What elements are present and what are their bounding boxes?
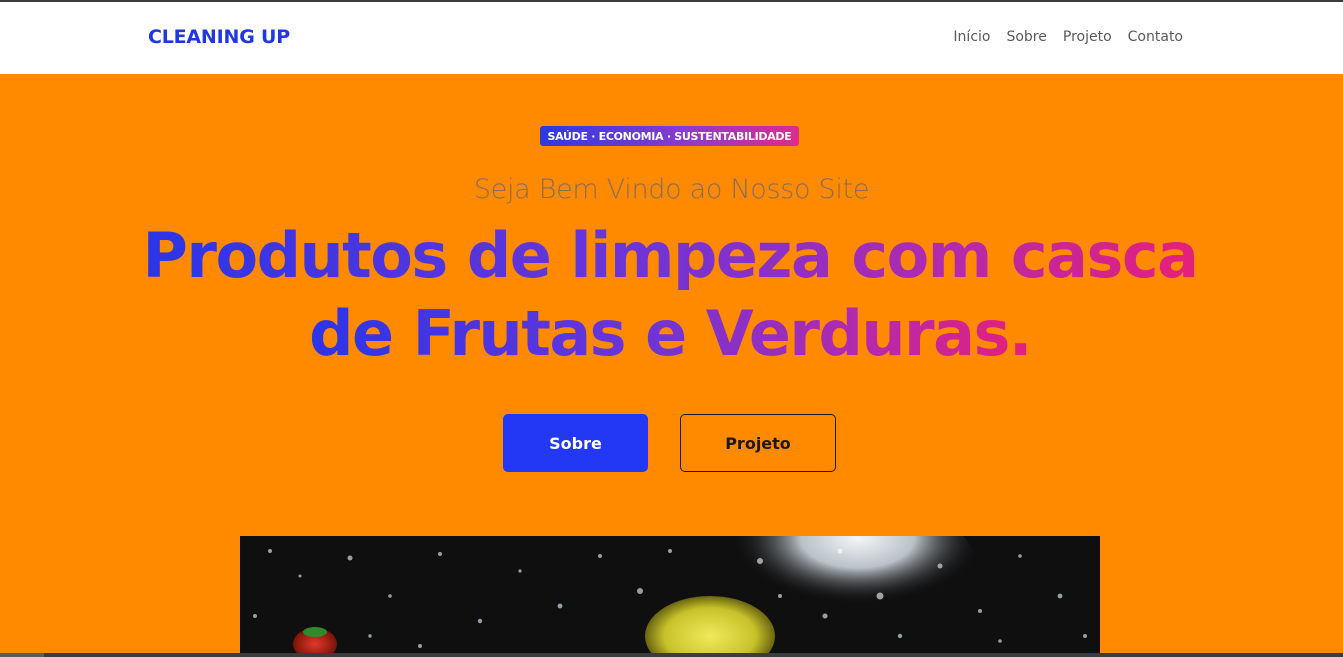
hero-headline-text: Produtos de limpeza com casca de Frutas … bbox=[142, 219, 1199, 370]
nav-links: Início Sobre Projeto Contato bbox=[953, 29, 1183, 45]
hero-section: SAÚDE · ECONOMIA · SUSTENTABILIDADE Seja… bbox=[0, 74, 1343, 657]
page: CLEANING UP Início Sobre Projeto Contato… bbox=[0, 0, 1343, 657]
tagline-badge: SAÚDE · ECONOMIA · SUSTENTABILIDADE bbox=[540, 126, 799, 146]
nav-link-projeto[interactable]: Projeto bbox=[1063, 29, 1112, 45]
nav-link-contato[interactable]: Contato bbox=[1128, 29, 1183, 45]
sobre-button[interactable]: Sobre bbox=[503, 414, 648, 472]
welcome-subtitle: Seja Bem Vindo ao Nosso Site bbox=[473, 174, 870, 205]
projeto-button[interactable]: Projeto bbox=[680, 414, 836, 472]
brand-logo[interactable]: CLEANING UP bbox=[148, 26, 290, 48]
hero-headline: Produtos de limpeza com casca de Frutas … bbox=[120, 217, 1220, 373]
bottom-scrollbar[interactable] bbox=[0, 653, 1343, 657]
navbar: CLEANING UP Início Sobre Projeto Contato bbox=[0, 2, 1343, 74]
nav-link-inicio[interactable]: Início bbox=[953, 29, 990, 45]
nav-link-sobre[interactable]: Sobre bbox=[1006, 29, 1046, 45]
hero-image-fruit-splash bbox=[240, 536, 1100, 657]
